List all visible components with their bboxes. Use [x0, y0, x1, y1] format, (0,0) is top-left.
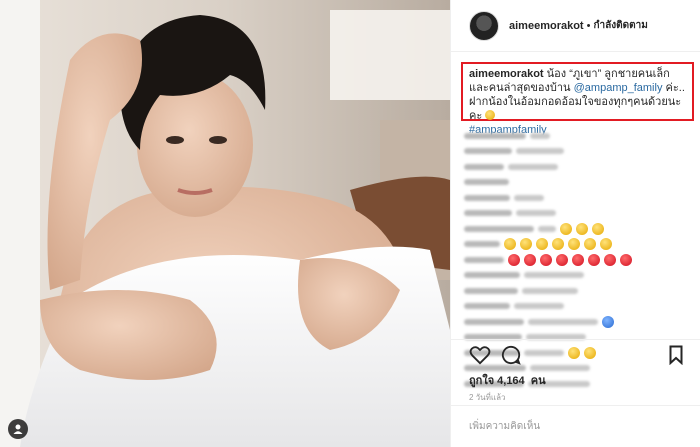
comment-row [464, 283, 694, 299]
divider [451, 339, 700, 340]
post-header: aimeemorakot • กำลังติดตาม [451, 0, 700, 52]
emoji-icon [540, 253, 552, 266]
emoji-icon [600, 238, 612, 251]
comment-username-blurred[interactable] [464, 163, 504, 170]
avatar[interactable] [469, 10, 499, 41]
divider [451, 405, 700, 406]
post-image [0, 0, 450, 447]
emoji-icon [620, 253, 632, 266]
comment-username-blurred[interactable] [464, 179, 509, 186]
action-bar [469, 345, 689, 369]
comment-row [464, 206, 694, 222]
comment-username-blurred[interactable] [464, 210, 512, 217]
comment-row [464, 159, 694, 175]
comment-row [464, 314, 694, 330]
comment-row [464, 128, 694, 144]
emoji-icon [556, 253, 568, 266]
likes-number: 4,164 [497, 375, 525, 387]
comment-text-blurred [508, 163, 558, 170]
comment-row [464, 330, 694, 346]
likes-label: ถูกใจ [469, 375, 495, 387]
emoji-icon [604, 253, 616, 266]
comment-row [464, 237, 694, 253]
comment-text-blurred [516, 148, 564, 155]
likes-unit: คน [530, 375, 546, 387]
comment-username-blurred[interactable] [464, 303, 510, 310]
comment-bubble-icon[interactable] [501, 345, 521, 369]
emoji-icon [572, 253, 584, 266]
post-timestamp[interactable]: 2 วันที่แล้ว [469, 391, 505, 404]
comment-text-blurred [516, 210, 556, 217]
comment-row [464, 221, 694, 237]
comment-input[interactable]: เพิ่มความคิดเห็น [469, 419, 540, 434]
following-button[interactable]: กำลังติดตาม [593, 18, 647, 33]
emoji-icon [584, 238, 596, 251]
comment-username-blurred[interactable] [464, 318, 524, 325]
emoji-icon [602, 315, 614, 328]
comment-row [464, 268, 694, 284]
emoji-icon [508, 253, 520, 266]
comment-row [464, 299, 694, 315]
emoji-icon [552, 238, 564, 251]
comment-text-blurred [514, 303, 564, 310]
comment-text-blurred [530, 132, 550, 139]
comment-row [464, 190, 694, 206]
comment-row [464, 252, 694, 268]
emoji-icon [504, 238, 516, 251]
comment-username-blurred[interactable] [464, 132, 526, 139]
smile-emoji-icon [485, 110, 496, 120]
emoji-icon [568, 238, 580, 251]
post-side-panel: aimeemorakot • กำลังติดตาม aimeemorakot … [450, 0, 700, 447]
likes-count[interactable]: ถูกใจ 4,164 คน [469, 371, 549, 389]
comment-username-blurred[interactable] [464, 272, 520, 279]
comment-username-blurred[interactable] [464, 225, 534, 232]
emoji-icon [576, 222, 588, 235]
caption-mention-link[interactable]: @ampamp_family [574, 82, 663, 94]
comment-username-blurred[interactable] [464, 194, 510, 201]
emoji-icon [520, 238, 532, 251]
emoji-icon [592, 222, 604, 235]
emoji-icon [560, 222, 572, 235]
comment-username-blurred[interactable] [464, 148, 512, 155]
comment-text-blurred [524, 272, 584, 279]
post-photo[interactable] [0, 0, 450, 447]
comment-text-blurred [522, 287, 578, 294]
comment-text-blurred [528, 318, 598, 325]
comment-text-blurred [514, 194, 544, 201]
separator-dot: • [586, 19, 591, 32]
heart-icon[interactable] [469, 345, 491, 369]
comment-text-blurred [538, 225, 556, 232]
emoji-icon [536, 238, 548, 251]
caption-username[interactable]: aimeemorakot [469, 68, 544, 80]
author-username[interactable]: aimeemorakot [509, 20, 584, 32]
comment-username-blurred[interactable] [464, 256, 504, 263]
user-tag-icon[interactable] [8, 419, 28, 439]
bookmark-icon[interactable] [669, 345, 683, 369]
caption: aimeemorakot น้อง “ภูเขา” ลูกชายคนเล็กแล… [461, 62, 694, 136]
comment-row [464, 144, 694, 160]
comment-row [464, 175, 694, 191]
comment-username-blurred[interactable] [464, 241, 500, 248]
emoji-icon [588, 253, 600, 266]
emoji-icon [524, 253, 536, 266]
comment-username-blurred[interactable] [464, 287, 518, 294]
